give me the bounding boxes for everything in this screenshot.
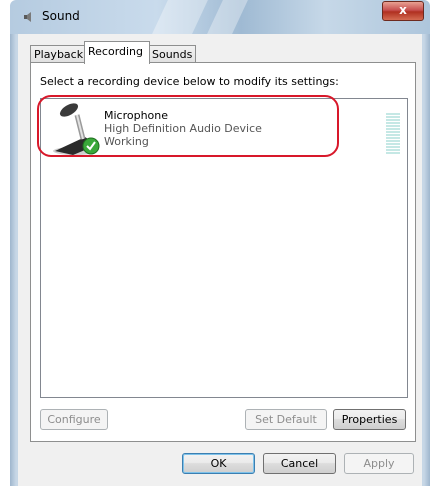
title-bar[interactable]: Sound x xyxy=(10,0,430,34)
level-meter xyxy=(386,113,400,155)
glass-streak xyxy=(152,0,208,34)
speaker-icon xyxy=(24,12,31,22)
close-button[interactable]: x xyxy=(382,1,424,21)
tab-playback[interactable]: Playback xyxy=(30,45,86,63)
tab-recording[interactable]: Recording xyxy=(84,41,150,64)
tab-sounds[interactable]: Sounds xyxy=(148,45,196,63)
properties-button[interactable]: Properties xyxy=(333,409,406,430)
configure-button[interactable]: Configure xyxy=(40,409,108,430)
close-icon: x xyxy=(399,3,407,17)
glass-streak xyxy=(207,0,248,34)
ok-button[interactable]: OK xyxy=(182,453,255,474)
window-client: Playback Recording Sounds Select a recor… xyxy=(10,34,430,486)
set-default-button[interactable]: Set Default xyxy=(245,409,327,430)
sound-window: Sound x Playback Recording Sounds Select… xyxy=(10,0,430,486)
cancel-button[interactable]: Cancel xyxy=(263,453,336,474)
device-highlight-outline xyxy=(37,95,339,157)
dialog-body: Playback Recording Sounds Select a recor… xyxy=(18,34,422,486)
window-title: Sound xyxy=(42,9,80,23)
recording-panel: Select a recording device below to modif… xyxy=(30,62,416,442)
device-list[interactable]: Microphone High Definition Audio Device … xyxy=(37,95,408,398)
apply-button[interactable]: Apply xyxy=(344,453,414,474)
instruction-text: Select a recording device below to modif… xyxy=(40,75,339,88)
device-item-microphone[interactable]: Microphone High Definition Audio Device … xyxy=(37,95,407,159)
